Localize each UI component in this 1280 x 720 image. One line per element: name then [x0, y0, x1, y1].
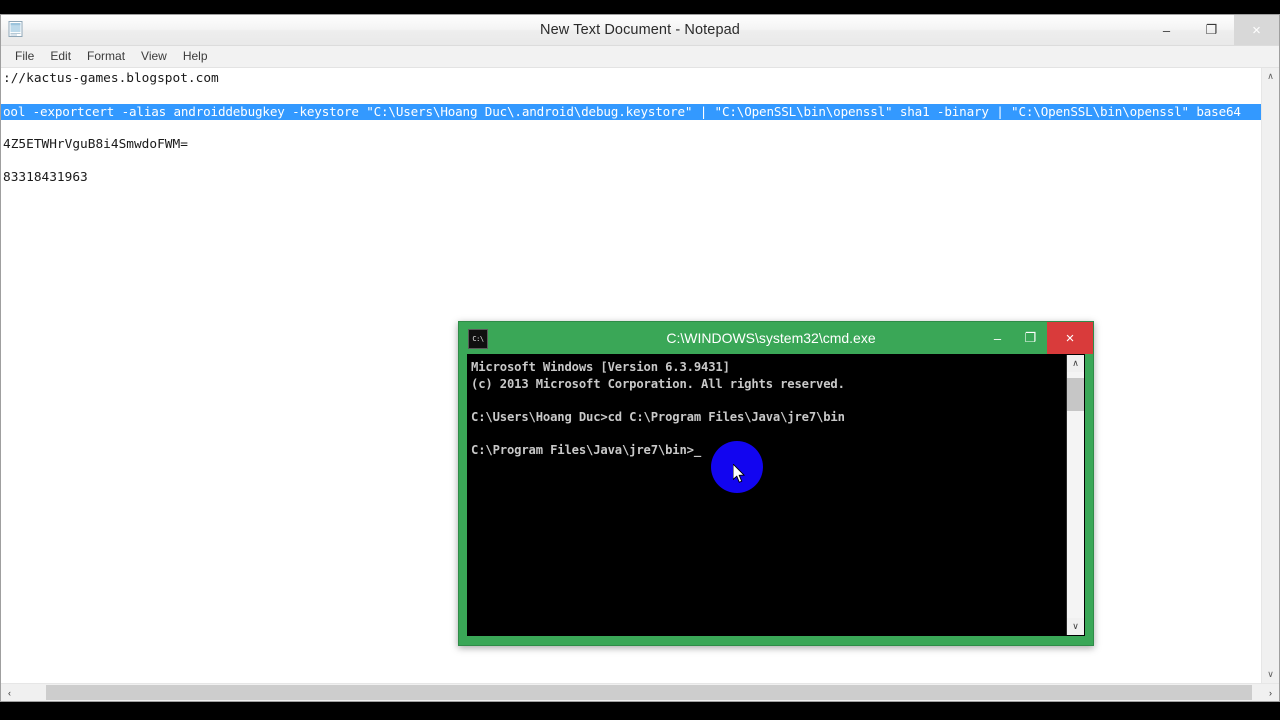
menu-item-help[interactable]: Help — [175, 46, 216, 67]
cmd-titlebar[interactable]: C:\ C:\WINDOWS\system32\cmd.exe – ❐ × — [459, 322, 1093, 354]
notepad-text-line — [1, 87, 1261, 104]
cmd-window-controls: – ❐ × — [981, 322, 1093, 354]
scroll-down-arrow-icon[interactable]: ∨ — [1262, 666, 1279, 683]
cmd-close-button[interactable]: × — [1047, 322, 1093, 354]
notepad-text-line: 4Z5ETWHrVguB8i4SmwdoFWM= — [3, 137, 188, 152]
cmd-output-line — [471, 392, 1066, 409]
cmd-output-line: (c) 2013 Microsoft Corporation. All righ… — [471, 376, 845, 391]
scroll-up-arrow-icon[interactable]: ∧ — [1067, 355, 1084, 372]
notepad-text-line — [1, 120, 1261, 137]
notepad-horizontal-scroll-track[interactable] — [18, 684, 1262, 701]
scroll-up-arrow-icon[interactable]: ∧ — [1262, 68, 1279, 85]
notepad-vertical-scrollbar[interactable]: ∧ ∨ — [1261, 68, 1279, 683]
notepad-text-line — [1, 153, 1261, 170]
cmd-maximize-button[interactable]: ❐ — [1014, 322, 1047, 354]
notepad-text-line-selected: ool -exportcert -alias androiddebugkey -… — [1, 104, 1261, 120]
notepad-horizontal-scroll-thumb[interactable] — [46, 685, 1252, 700]
notepad-horizontal-scrollbar[interactable]: ‹ › — [1, 683, 1279, 701]
scroll-down-arrow-icon[interactable]: ∨ — [1067, 618, 1084, 635]
cmd-body: Microsoft Windows [Version 6.3.9431] (c)… — [467, 354, 1085, 636]
notepad-title: New Text Document - Notepad — [540, 22, 740, 38]
notepad-close-button[interactable]: × — [1234, 15, 1279, 45]
notepad-titlebar[interactable]: New Text Document - Notepad – ❐ × — [1, 15, 1279, 46]
scroll-right-arrow-icon[interactable]: › — [1262, 684, 1279, 701]
notepad-minimize-button[interactable]: – — [1144, 15, 1189, 45]
notepad-vertical-scroll-track[interactable] — [1262, 85, 1279, 666]
notepad-window-controls: – ❐ × — [1144, 15, 1279, 45]
notepad-menubar: File Edit Format View Help — [1, 46, 1279, 68]
notepad-text-line: 83318431963 — [3, 170, 88, 185]
cmd-vertical-scrollbar[interactable]: ∧ ∨ — [1066, 355, 1084, 635]
cmd-vertical-scroll-thumb[interactable] — [1067, 378, 1084, 411]
cmd-prompt-line: C:\Program Files\Java\jre7\bin>_ — [471, 442, 701, 457]
menu-item-file[interactable]: File — [7, 46, 42, 67]
scroll-left-arrow-icon[interactable]: ‹ — [1, 684, 18, 701]
notepad-text-line: ://kactus-games.blogspot.com — [3, 71, 219, 86]
notepad-maximize-button[interactable]: ❐ — [1189, 15, 1234, 45]
cmd-vertical-scroll-track[interactable] — [1067, 372, 1084, 618]
cmd-minimize-button[interactable]: – — [981, 322, 1014, 354]
cmd-output-line: C:\Users\Hoang Duc>cd C:\Program Files\J… — [471, 409, 845, 424]
screen-canvas: New Text Document - Notepad – ❐ × File E… — [0, 0, 1280, 720]
menu-item-edit[interactable]: Edit — [42, 46, 79, 67]
cmd-output-line — [471, 425, 1066, 442]
cmd-window: C:\ C:\WINDOWS\system32\cmd.exe – ❐ × Mi… — [458, 321, 1094, 646]
menu-item-view[interactable]: View — [133, 46, 175, 67]
menu-item-format[interactable]: Format — [79, 46, 133, 67]
cmd-console-output[interactable]: Microsoft Windows [Version 6.3.9431] (c)… — [468, 355, 1066, 635]
cmd-console-icon: C:\ — [468, 329, 488, 349]
notepad-icon — [7, 20, 25, 38]
cmd-output-line: Microsoft Windows [Version 6.3.9431] — [471, 360, 730, 374]
